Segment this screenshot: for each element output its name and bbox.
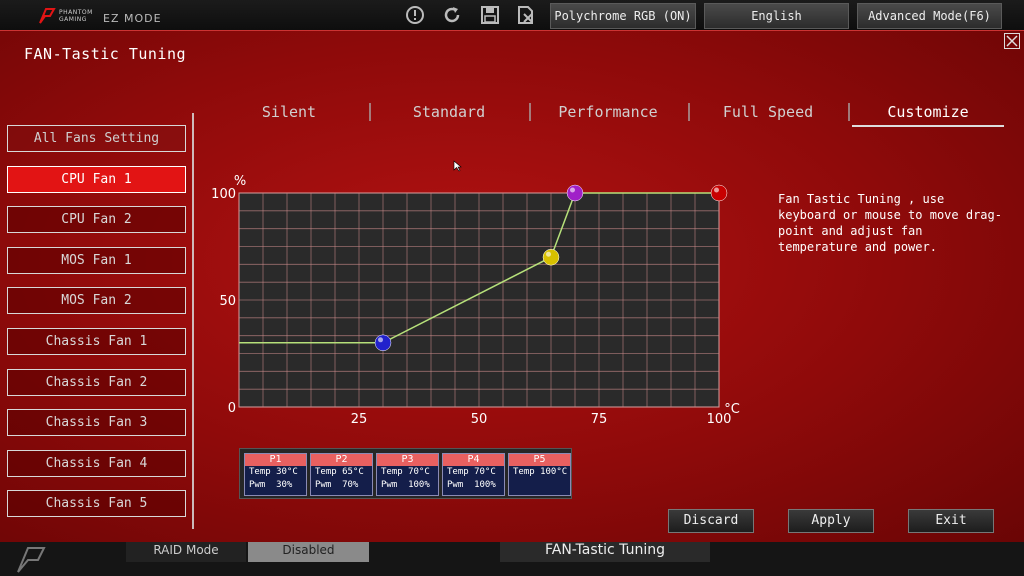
polychrome-rgb-button[interactable]: Polychrome RGB (ON) [550, 3, 696, 29]
sidebar-divider [192, 113, 194, 529]
fan-item-cpu-fan-1[interactable]: CPU Fan 1 [7, 165, 186, 193]
point-cell-p4[interactable]: P4 Temp 70°C Pwm 100% [442, 453, 505, 496]
point-pwm: Pwm 100% [447, 480, 496, 490]
point-temp: Temp 65°C [315, 467, 364, 477]
advanced-mode-button[interactable]: Advanced Mode(F6) [857, 3, 1002, 29]
point-label: P5 [509, 454, 570, 466]
tab-silent[interactable]: Silent [213, 99, 365, 125]
point-pwm: Pwm 100% [381, 480, 430, 490]
tab-standard[interactable]: Standard [373, 99, 525, 125]
panel-title: FAN-Tastic Tuning [24, 45, 187, 63]
language-button[interactable]: English [704, 3, 849, 29]
brand-line2: GAMING [59, 16, 87, 23]
fan-item-all-fans-setting[interactable]: All Fans Setting [7, 125, 186, 152]
point-cell-p5[interactable]: P5 Temp 100°C [508, 453, 571, 496]
raid-mode-label: RAID Mode [126, 542, 246, 562]
fan-item-mos-fan-1[interactable]: MOS Fan 1 [7, 246, 186, 274]
fan-item-cpu-fan-2[interactable]: CPU Fan 2 [7, 206, 186, 234]
save-icon[interactable] [479, 5, 501, 25]
fan-item-chassis-fan-3[interactable]: Chassis Fan 3 [7, 409, 186, 437]
point-cell-p2[interactable]: P2 Temp 65°C Pwm 70% [310, 453, 373, 496]
fan-item-chassis-fan-1[interactable]: Chassis Fan 1 [7, 328, 186, 355]
point-cell-p1[interactable]: P1 Temp 30°C Pwm 30% [244, 453, 307, 496]
fan-tuning-panel: FAN-Tastic Tuning All Fans Setting CPU Fa… [0, 30, 1024, 543]
info-icon[interactable] [404, 5, 426, 25]
apply-button[interactable]: Apply [788, 509, 874, 533]
point-temp: Temp 30°C [249, 467, 298, 477]
point-pwm: Pwm 30% [249, 480, 293, 490]
tab-full-speed[interactable]: Full Speed [692, 99, 844, 125]
mode-label: EZ MODE [103, 12, 162, 25]
refresh-icon[interactable] [441, 5, 463, 25]
point-pwm: Pwm 70% [315, 480, 359, 490]
point-label: P3 [377, 454, 438, 466]
brand-watermark-icon [17, 547, 46, 573]
brand-logo: PHANTOM GAMING [38, 6, 93, 26]
close-icon[interactable] [1004, 33, 1020, 49]
point-temp: Temp 100°C [513, 467, 568, 477]
fan-item-mos-fan-2[interactable]: MOS Fan 2 [7, 287, 186, 315]
tab-separator [688, 103, 690, 121]
phantom-gaming-logo-icon [39, 8, 56, 24]
point-table: P1 Temp 30°C Pwm 30% P2 Temp 65°C Pwm 70% P3 Te… [239, 448, 572, 499]
brand-line1: PHANTOM [59, 9, 93, 16]
point-temp: Temp 70°C [381, 467, 430, 477]
tab-separator [848, 103, 850, 121]
tab-customize[interactable]: Customize [852, 99, 1004, 127]
exit-button[interactable]: Exit [908, 509, 994, 533]
mouse-cursor-icon [453, 160, 462, 172]
help-description: Fan Tastic Tuning , use keyboard or mous… [778, 192, 1002, 254]
fan-tuning-shortcut[interactable]: FAN-Tastic Tuning [500, 542, 710, 562]
discard-button[interactable]: Discard [668, 509, 754, 533]
fan-item-chassis-fan-2[interactable]: Chassis Fan 2 [7, 368, 186, 396]
point-label: P4 [443, 454, 504, 466]
tab-separator [369, 103, 371, 121]
fan-item-chassis-fan-4[interactable]: Chassis Fan 4 [7, 449, 186, 477]
point-label: P1 [245, 454, 306, 466]
fan-item-chassis-fan-5[interactable]: Chassis Fan 5 [7, 490, 186, 518]
point-temp: Temp 70°C [447, 467, 496, 477]
top-bar: PHANTOM GAMING EZ MODE Polychrome RGB (O… [0, 0, 1024, 31]
point-cell-p3[interactable]: P3 Temp 70°C Pwm 100% [376, 453, 439, 496]
tab-separator [529, 103, 531, 121]
point-label: P2 [311, 454, 372, 466]
tab-performance[interactable]: Performance [532, 99, 684, 125]
raid-mode-value[interactable]: Disabled [248, 542, 369, 562]
discard-changes-icon[interactable] [515, 5, 537, 25]
bottom-strip: RAID Mode Disabled FAN-Tastic Tuning [0, 542, 1024, 576]
